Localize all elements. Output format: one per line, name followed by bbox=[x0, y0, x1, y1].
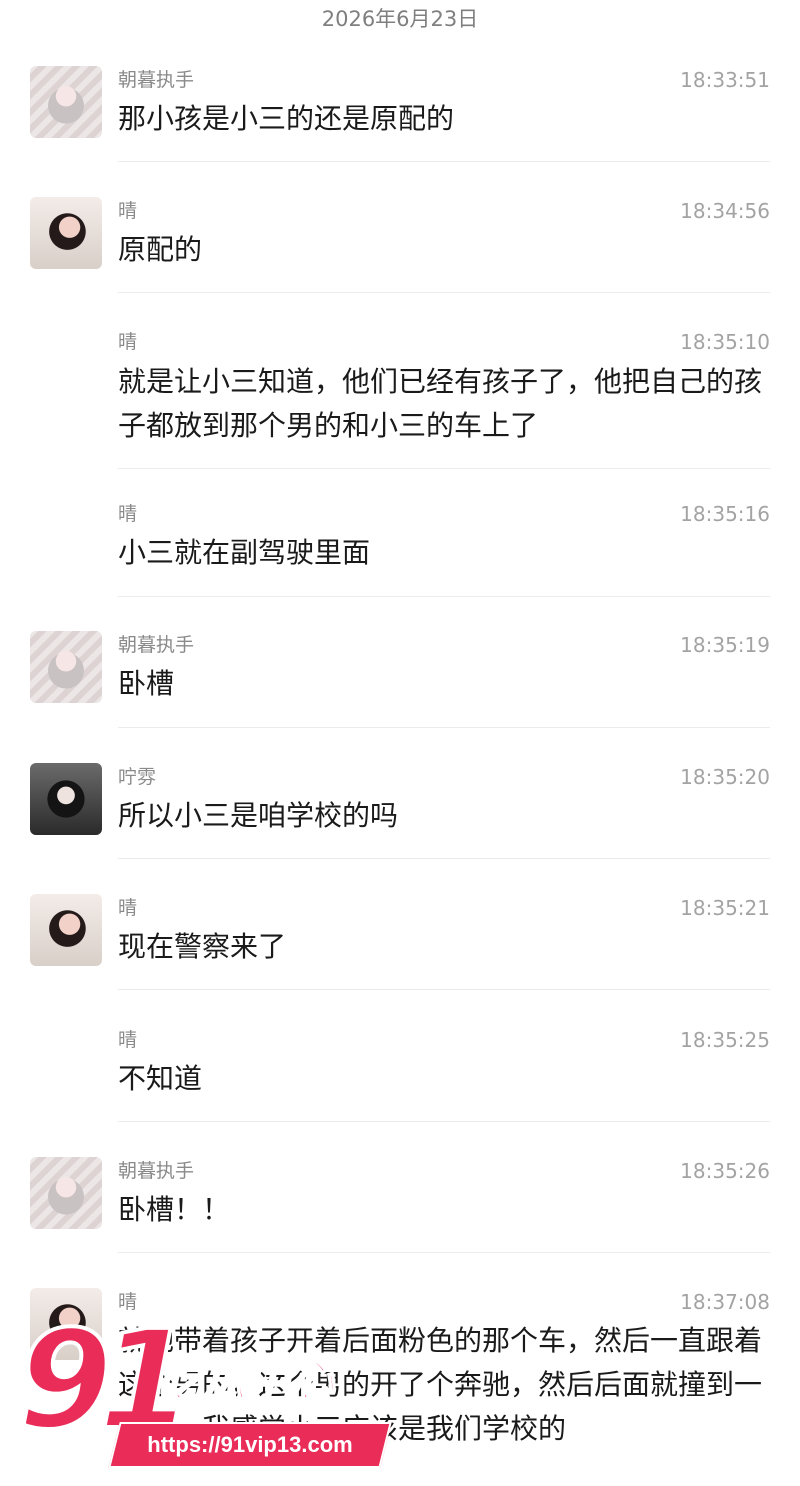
sender-name: 晴 bbox=[118, 897, 138, 919]
timestamp: 18:35:19 bbox=[680, 633, 770, 657]
timestamp: 18:35:20 bbox=[680, 765, 770, 789]
watermark-logo: 91 吃瓜中心 https://91vip13.com bbox=[16, 1304, 418, 1486]
timestamp: 18:35:16 bbox=[680, 502, 770, 526]
timestamp: 18:37:08 bbox=[680, 1290, 770, 1314]
divider bbox=[118, 858, 770, 859]
divider bbox=[118, 468, 770, 469]
message-text[interactable]: 就是让小三知道，他们已经有孩子了，他把自己的孩子都放到那个男的和小三的车上了 bbox=[118, 360, 768, 448]
date-header: 2026年6月23日 bbox=[321, 7, 479, 31]
watermark-url: https://91vip13.com bbox=[147, 1432, 353, 1457]
message-text[interactable]: 原配的 bbox=[118, 228, 768, 272]
avatar-icon[interactable] bbox=[30, 66, 102, 138]
divider bbox=[118, 727, 770, 728]
sender-name: 朝暮执手 bbox=[118, 634, 195, 656]
message-text[interactable]: 卧槽！！ bbox=[118, 1188, 768, 1232]
divider bbox=[118, 989, 770, 990]
avatar-icon[interactable] bbox=[30, 763, 102, 835]
sender-name: 朝暮执手 bbox=[118, 69, 195, 91]
timestamp: 18:35:10 bbox=[680, 330, 770, 354]
avatar-icon[interactable] bbox=[30, 197, 102, 269]
timestamp: 18:33:51 bbox=[680, 68, 770, 92]
avatar-icon[interactable] bbox=[30, 631, 102, 703]
sender-name: 朝暮执手 bbox=[118, 1160, 195, 1182]
sender-name: 晴 bbox=[118, 1029, 138, 1051]
watermark-url-badge: https://91vip13.com bbox=[108, 1422, 392, 1468]
sender-name: 咛雰 bbox=[118, 766, 157, 788]
sender-name: 晴 bbox=[118, 503, 138, 525]
message-text[interactable]: 那小孩是小三的还是原配的 bbox=[118, 97, 768, 141]
divider bbox=[118, 1252, 770, 1253]
message-text[interactable]: 卧槽 bbox=[118, 662, 768, 706]
message-text[interactable]: 小三就在副驾驶里面 bbox=[118, 531, 768, 575]
timestamp: 18:34:56 bbox=[680, 199, 770, 223]
sender-name: 晴 bbox=[118, 200, 138, 222]
divider bbox=[118, 161, 770, 162]
avatar-icon[interactable] bbox=[30, 1157, 102, 1229]
watermark-name: 吃瓜中心 bbox=[157, 1355, 335, 1408]
message-text[interactable]: 现在警察来了 bbox=[118, 925, 768, 969]
divider bbox=[118, 596, 770, 597]
timestamp: 18:35:25 bbox=[680, 1028, 770, 1052]
divider bbox=[118, 1121, 770, 1122]
more-icon[interactable] bbox=[730, 0, 770, 4]
divider bbox=[118, 292, 770, 293]
message-text[interactable]: 所以小三是咱学校的吗 bbox=[118, 794, 768, 838]
sender-name: 晴 bbox=[118, 331, 138, 353]
timestamp: 18:35:26 bbox=[680, 1159, 770, 1183]
message-text[interactable]: 不知道 bbox=[118, 1057, 768, 1101]
avatar-icon[interactable] bbox=[30, 894, 102, 966]
timestamp: 18:35:21 bbox=[680, 896, 770, 920]
